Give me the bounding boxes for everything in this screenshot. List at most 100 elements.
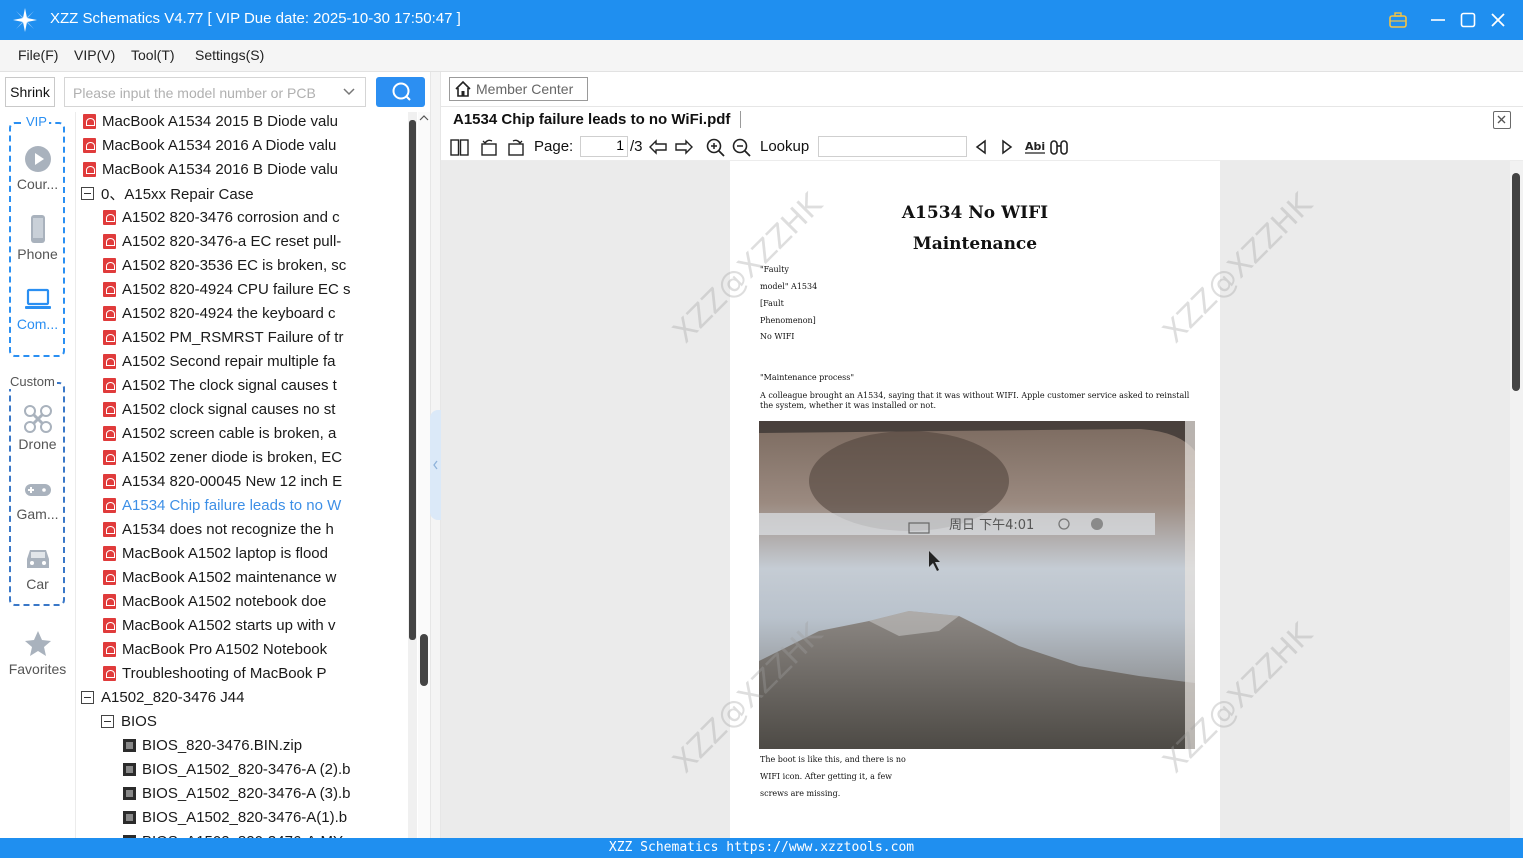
tree-horizontal-clip-scrollbar[interactable] bbox=[408, 112, 417, 838]
tree-item-label: MacBook Pro A1502 Notebook bbox=[122, 640, 328, 658]
zoom-out-icon[interactable] bbox=[731, 137, 751, 157]
tree-item[interactable]: A1502 screen cable is broken, a bbox=[103, 421, 411, 445]
scroll-up-icon[interactable] bbox=[419, 114, 429, 122]
tree-item[interactable]: BIOS_A1502_820-3476-A (2).b bbox=[123, 757, 411, 781]
tree-item[interactable]: A1502 Second repair multiple fa bbox=[103, 349, 411, 373]
category-phone[interactable]: Phone bbox=[0, 214, 75, 262]
two-page-view-icon[interactable] bbox=[449, 137, 469, 157]
tree-folder[interactable]: 0、A15xx Repair Case bbox=[81, 181, 409, 205]
tree-item[interactable]: A1502 PM_RSMRST Failure of tr bbox=[103, 325, 411, 349]
binoculars-icon[interactable] bbox=[1049, 137, 1069, 157]
pdf-file-icon bbox=[103, 425, 116, 441]
tree-item-label: A1502 820-3476-a EC reset pull- bbox=[122, 232, 342, 250]
tree-item[interactable]: BIOS_820-3476.BIN.zip bbox=[123, 733, 411, 757]
zoom-in-icon[interactable] bbox=[705, 137, 725, 157]
shrink-button[interactable]: Shrink bbox=[5, 77, 55, 107]
tree-item[interactable]: MacBook Pro A1502 Notebook bbox=[103, 637, 411, 661]
pdf-file-icon bbox=[103, 641, 116, 657]
collapse-icon[interactable] bbox=[81, 186, 94, 200]
category-car[interactable]: Car bbox=[0, 544, 75, 592]
tree-item[interactable]: MacBook A1502 notebook doe bbox=[103, 589, 411, 613]
tree-item-label: Troubleshooting of MacBook P bbox=[122, 664, 327, 682]
pdf-file-icon bbox=[103, 665, 116, 681]
vip-group-label: VIP bbox=[24, 114, 49, 129]
model-search-box[interactable] bbox=[64, 77, 366, 107]
match-case-icon[interactable]: Abi bbox=[1024, 137, 1046, 157]
tree-item[interactable]: MacBook A1502 starts up with v bbox=[103, 613, 411, 637]
tree-item[interactable]: BIOS_A1502_820-3476-A(1).b bbox=[123, 805, 411, 829]
menu-vip[interactable]: VIP(V) bbox=[74, 47, 115, 63]
tree-folder[interactable]: BIOS bbox=[101, 709, 409, 733]
menu-file[interactable]: File(F) bbox=[18, 47, 58, 63]
tree-item[interactable]: MacBook A1534 2016 B Diode valu bbox=[83, 157, 411, 181]
chevron-down-icon[interactable] bbox=[341, 84, 357, 100]
category-courses[interactable]: Cour... bbox=[0, 144, 75, 192]
tree-item[interactable]: A1502 820-4924 the keyboard c bbox=[103, 301, 411, 325]
tree-item[interactable]: MacBook A1534 2015 B Diode valu bbox=[83, 112, 411, 133]
category-computer[interactable]: Com... bbox=[0, 284, 75, 332]
pdf-file-icon bbox=[103, 209, 116, 225]
find-next-icon[interactable] bbox=[997, 137, 1017, 157]
fault-line: "Faulty bbox=[760, 265, 789, 274]
rotate-left-icon[interactable] bbox=[479, 137, 499, 157]
tree-item-label: BIOS_A1502_820-3476-A(1).b bbox=[142, 808, 348, 826]
tree-item-label: BIOS_A1502_820-3476-A (3).b bbox=[142, 784, 351, 802]
collapse-icon[interactable] bbox=[81, 690, 94, 704]
rotate-right-icon[interactable] bbox=[505, 137, 525, 157]
tree-item[interactable]: A1502 The clock signal causes t bbox=[103, 373, 411, 397]
tree-item[interactable]: A1534 820-00045 New 12 inch E bbox=[103, 469, 411, 493]
page-number-input[interactable]: 1 bbox=[580, 136, 628, 157]
next-page-icon[interactable] bbox=[674, 137, 694, 157]
scrollbar-thumb[interactable] bbox=[409, 120, 416, 640]
tree-item[interactable]: A1534 Chip failure leads to no W bbox=[103, 493, 411, 517]
tree-item[interactable]: A1502 820-3476-a EC reset pull- bbox=[103, 229, 411, 253]
tree-item[interactable]: MacBook A1502 laptop is flood bbox=[103, 541, 411, 565]
member-center-button[interactable]: Member Center bbox=[449, 77, 588, 101]
collapse-icon[interactable] bbox=[101, 714, 114, 728]
lookup-input[interactable] bbox=[818, 136, 967, 157]
search-button[interactable] bbox=[376, 77, 425, 107]
tree-item[interactable]: A1502 clock signal causes no st bbox=[103, 397, 411, 421]
maximize-button[interactable] bbox=[1456, 8, 1480, 32]
close-button[interactable] bbox=[1486, 8, 1510, 32]
menu-tool[interactable]: Tool(T) bbox=[131, 47, 175, 63]
tree-item[interactable]: BIOS_A1502_820-3476-A.MY bbox=[123, 829, 411, 838]
model-search-input[interactable] bbox=[73, 83, 333, 103]
tree-scrollbar[interactable] bbox=[418, 112, 430, 838]
fault-line: Phenomenon] bbox=[760, 316, 816, 325]
pdf-viewer[interactable]: A1534 No WIFI Maintenance "Faulty model"… bbox=[441, 161, 1523, 838]
close-tab-icon[interactable] bbox=[1493, 111, 1511, 129]
document-tab[interactable]: A1534 Chip failure leads to no WiFi.pdf bbox=[453, 111, 742, 128]
tree-item[interactable]: A1534 does not recognize the h bbox=[103, 517, 411, 541]
category-label: Drone bbox=[18, 436, 57, 452]
drone-icon bbox=[23, 405, 52, 433]
pdf-file-icon bbox=[83, 137, 96, 153]
tree-item[interactable]: A1502 820-3476 corrosion and c bbox=[103, 205, 411, 229]
previous-page-icon[interactable] bbox=[648, 137, 668, 157]
bios-file-icon bbox=[123, 762, 136, 776]
vip-briefcase-icon[interactable] bbox=[1386, 8, 1410, 32]
page-label: Page: bbox=[534, 138, 574, 155]
scrollbar-thumb[interactable] bbox=[1512, 173, 1520, 391]
fault-line: No WIFI bbox=[760, 332, 795, 341]
tree-item[interactable]: A1502 820-4924 CPU failure EC s bbox=[103, 277, 411, 301]
pdf-file-icon bbox=[83, 113, 96, 129]
tree-item[interactable]: A1502 zener diode is broken, EC bbox=[103, 445, 411, 469]
scrollbar-thumb[interactable] bbox=[420, 634, 428, 686]
tree-item[interactable]: MacBook A1502 maintenance w bbox=[103, 565, 411, 589]
panel-splitter[interactable] bbox=[430, 72, 442, 838]
find-previous-icon[interactable] bbox=[971, 137, 991, 157]
tree-item[interactable]: Troubleshooting of MacBook P bbox=[103, 661, 411, 685]
tree-item[interactable]: A1502 820-3536 EC is broken, sc bbox=[103, 253, 411, 277]
minimize-button[interactable] bbox=[1426, 8, 1450, 32]
tree-folder[interactable]: A1502_820-3476 J44 bbox=[81, 685, 409, 709]
viewer-scrollbar[interactable] bbox=[1510, 161, 1523, 838]
category-drone[interactable]: Drone bbox=[0, 404, 75, 452]
category-favorites[interactable]: Favorites bbox=[0, 629, 75, 677]
category-label: Cour... bbox=[16, 176, 59, 192]
tree-item[interactable]: BIOS_A1502_820-3476-A (3).b bbox=[123, 781, 411, 805]
category-gaming[interactable]: Gam... bbox=[0, 474, 75, 522]
pdf-toolbar: Page: 1 /3 Lookup Abi bbox=[441, 133, 1523, 161]
menu-settings[interactable]: Settings(S) bbox=[195, 47, 264, 63]
tree-item[interactable]: MacBook A1534 2016 A Diode valu bbox=[83, 133, 411, 157]
